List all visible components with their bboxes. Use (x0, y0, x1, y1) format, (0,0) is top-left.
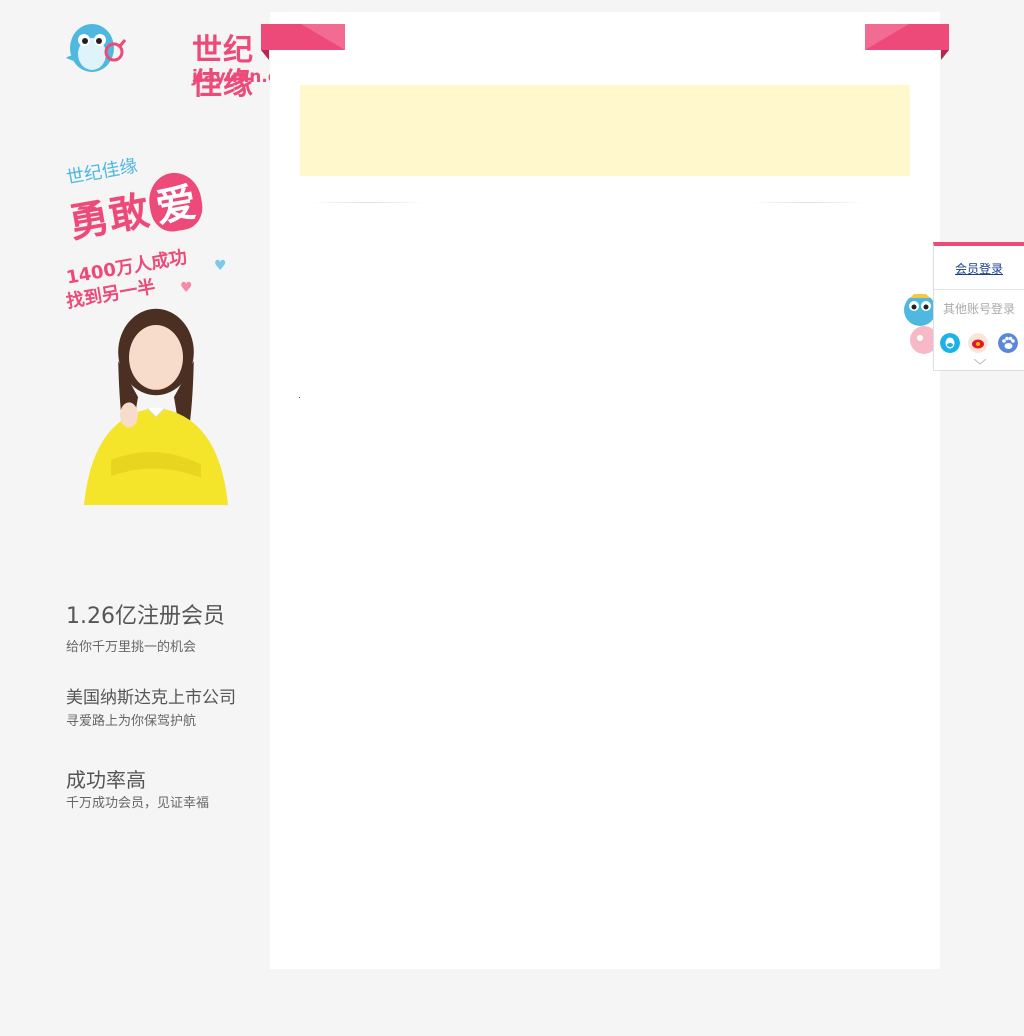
heart-icon: ♥ (214, 258, 227, 274)
model-photo (84, 308, 228, 505)
baidu-icon[interactable] (998, 333, 1018, 353)
feature-item: 美国纳斯达克上市公司 寻爱路上为你保驾护航 (66, 686, 266, 732)
feature-item: 成功率高 千万成功会员，见证幸福 (66, 768, 266, 814)
weibo-icon[interactable] (968, 333, 988, 353)
ribbon-right-decoration (865, 24, 949, 60)
feature-desc: 千万成功会员，见证幸福 (66, 796, 210, 811)
chevron-down-icon[interactable] (974, 359, 986, 365)
feature-title: 1.26亿注册会员 (66, 604, 225, 629)
feature-desc: 给你千万里挑一的机会 (66, 640, 197, 655)
divider-right (752, 202, 864, 203)
login-panel: 会员登录 其他账号登录 (933, 242, 1024, 371)
promo-slogan-a: 勇敢 (65, 187, 153, 248)
heart-icon: ♥ (180, 280, 193, 296)
main-card (261, 12, 949, 969)
member-login-link[interactable]: 会员登录 (934, 260, 1024, 277)
feature-item: 1.26亿注册会员 给你千万里挑一的机会 (66, 602, 266, 658)
promo-banner: 世纪佳缘 勇敢爱 1400万人成功 找到另一半 ♥ ♥ (56, 155, 256, 516)
qq-icon[interactable] (940, 333, 960, 353)
login-separator (934, 289, 1024, 290)
dot-marker (299, 397, 300, 398)
site-logo[interactable]: 世纪佳缘 jiayuan.com (64, 16, 307, 102)
other-accounts-label: 其他账号登录 (942, 302, 1015, 316)
divider-left (312, 202, 424, 203)
penguin-mascot-icon (66, 24, 126, 72)
mascot-peek-icon (904, 294, 936, 354)
ribbon-left-decoration (261, 24, 345, 60)
feature-title: 美国纳斯达克上市公司 (66, 688, 236, 708)
notice-box (300, 85, 910, 176)
feature-desc: 寻爱路上为你保驾护航 (66, 714, 197, 729)
feature-list: 1.26亿注册会员 给你千万里挑一的机会 美国纳斯达克上市公司 寻爱路上为你保驾… (66, 602, 266, 814)
feature-title: 成功率高 (66, 768, 146, 792)
promo-slogan-b: 爱 (144, 168, 207, 235)
